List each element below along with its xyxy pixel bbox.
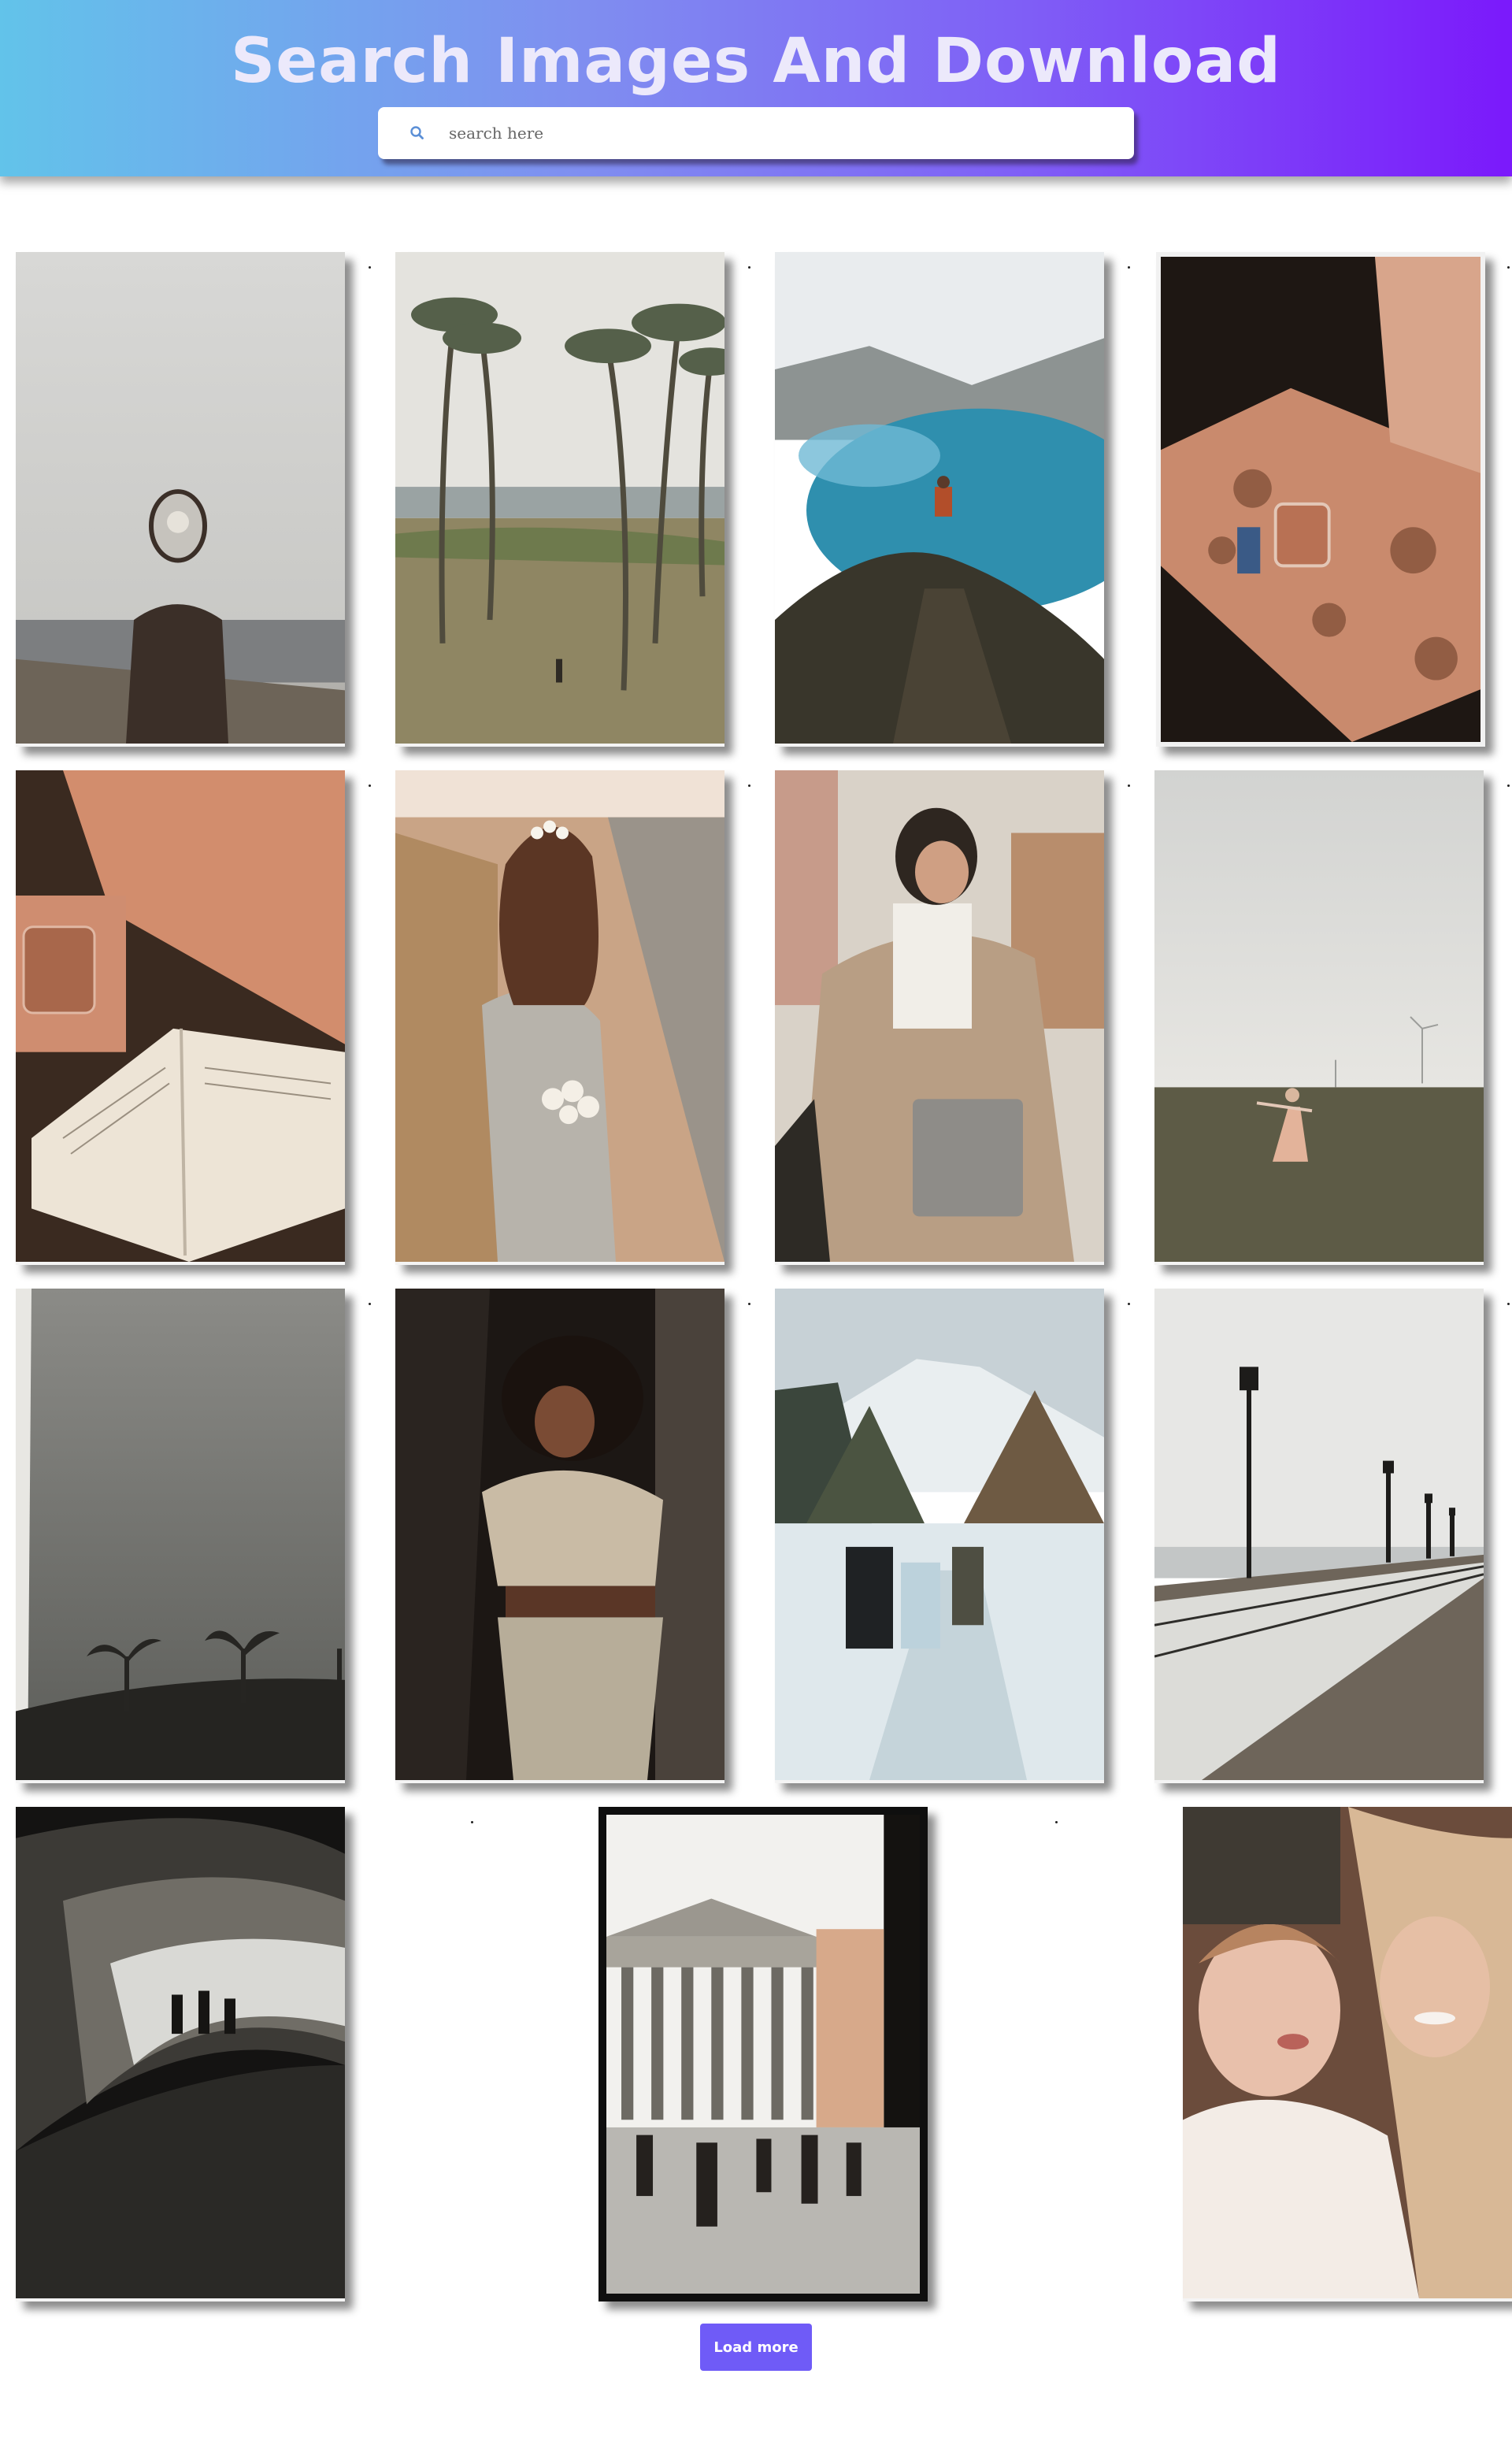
gallery-image-curly-hair-woman[interactable] bbox=[395, 1289, 724, 1783]
gallery-image-palm-trees[interactable] bbox=[395, 252, 724, 747]
image-separator-dot bbox=[471, 1821, 473, 1823]
gallery-image-open-book[interactable] bbox=[16, 770, 345, 1265]
gallery-image-crater-lake[interactable] bbox=[775, 252, 1104, 747]
image-separator-dot bbox=[369, 266, 371, 269]
load-more-button[interactable]: Load more bbox=[700, 2324, 812, 2371]
search-bar[interactable] bbox=[378, 107, 1134, 159]
gallery-image-iced-drink[interactable] bbox=[1156, 252, 1485, 747]
gallery-image-snow-hikers[interactable] bbox=[775, 1289, 1104, 1783]
search-icon[interactable] bbox=[408, 124, 427, 143]
image-separator-dot bbox=[369, 784, 371, 787]
gallery-image-woman-mirror[interactable] bbox=[16, 252, 345, 747]
image-separator-dot bbox=[1128, 784, 1130, 787]
page-header: Search Images And Download bbox=[0, 0, 1512, 176]
image-separator-dot bbox=[748, 784, 750, 787]
search-input[interactable] bbox=[449, 115, 1110, 151]
gallery-image-pantheon[interactable] bbox=[598, 1807, 928, 2301]
gallery-image-field-runner[interactable] bbox=[1154, 770, 1484, 1265]
gallery-image-pier-lamps[interactable] bbox=[1154, 1289, 1484, 1783]
gallery-image-flower-girl[interactable] bbox=[395, 770, 724, 1265]
gallery-image-mother-child[interactable] bbox=[1183, 1807, 1512, 2301]
page-title: Search Images And Download bbox=[231, 26, 1281, 97]
image-separator-dot bbox=[1507, 266, 1510, 269]
image-separator-dot bbox=[748, 266, 750, 269]
image-separator-dot bbox=[748, 1303, 750, 1305]
image-separator-dot bbox=[1507, 1303, 1510, 1305]
image-separator-dot bbox=[1128, 266, 1130, 269]
gallery-image-tunnel[interactable] bbox=[16, 1807, 345, 2301]
image-separator-dot bbox=[1128, 1303, 1130, 1305]
gallery-image-palm-silhouette[interactable] bbox=[16, 1289, 345, 1783]
image-separator-dot bbox=[369, 1303, 371, 1305]
gallery-image-headphones-woman[interactable] bbox=[775, 770, 1104, 1265]
image-separator-dot bbox=[1055, 1821, 1058, 1823]
image-separator-dot bbox=[1507, 784, 1510, 787]
